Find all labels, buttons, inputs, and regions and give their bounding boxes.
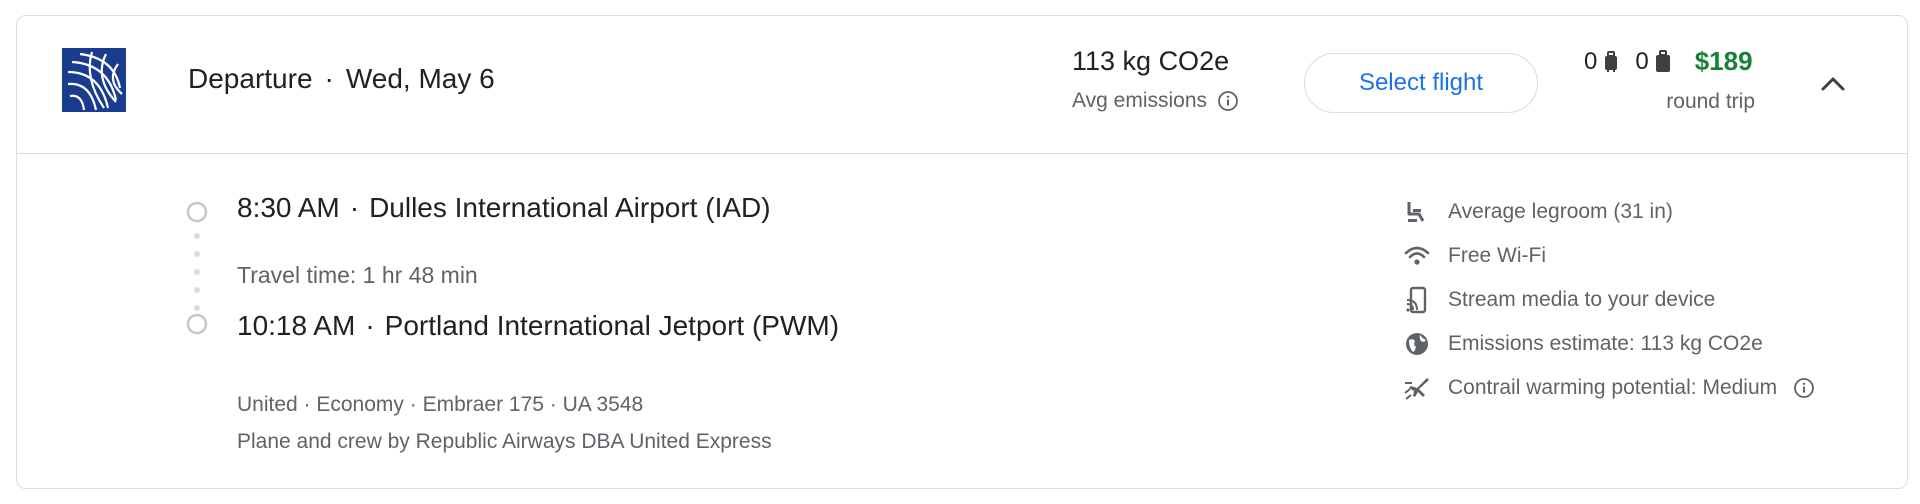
select-flight-button[interactable]: Select flight	[1304, 53, 1538, 113]
title-separator: ·	[324, 63, 334, 94]
collapse-chevron-up-icon[interactable]	[1818, 68, 1848, 98]
arrival-time: 10:18 AM	[237, 310, 356, 341]
amenity-label: Stream media to your device	[1448, 288, 1716, 311]
amenity-wifi: Free Wi-Fi	[1402, 234, 1882, 278]
operator-note: Plane and crew by Republic Airways DBA U…	[237, 430, 772, 453]
emissions-label: Avg emissions	[1072, 89, 1208, 112]
seat-legroom-icon	[1402, 197, 1432, 227]
flight-title: Departure · Wed, May 6	[188, 63, 495, 95]
arrival-airport: Portland International Jetport (PWM)	[384, 310, 840, 341]
departure-date: Wed, May 6	[345, 63, 495, 94]
contrail-plane-icon	[1402, 373, 1432, 403]
itinerary-timeline	[184, 199, 210, 349]
checked-bag-count: 0	[1635, 47, 1649, 75]
departure-time: 8:30 AM	[237, 192, 340, 223]
direction-label: Departure	[188, 63, 313, 94]
amenity-stream-media: Stream media to your device	[1402, 278, 1882, 322]
amenity-label: Free Wi-Fi	[1448, 244, 1546, 267]
arrival-row: 10:18 AM · Portland International Jetport …	[237, 310, 839, 342]
flight-summary-header[interactable]: Departure · Wed, May 6 113 kg CO2e Avg emi…	[17, 16, 1907, 154]
price: $189	[1694, 46, 1753, 76]
amenity-emissions: Emissions estimate: 113 kg CO2e	[1402, 322, 1882, 366]
amenity-label: Contrail warming potential: Medium	[1448, 376, 1778, 399]
amenities-list: Average legroom (31 in) Free Wi-Fi Strea…	[1402, 190, 1882, 410]
stream-media-icon	[1402, 285, 1432, 315]
emissions-label-row: Avg emissions	[1072, 89, 1239, 113]
emissions-value: 113 kg CO2e	[1072, 46, 1230, 76]
carry-on-count: 0	[1584, 47, 1598, 75]
departure-row: 8:30 AM · Dulles International Airport (IA…	[237, 192, 771, 224]
carry-on-bag-icon	[1601, 50, 1621, 74]
globe-emissions-icon	[1402, 329, 1432, 359]
info-icon[interactable]	[1217, 90, 1239, 112]
travel-time: Travel time: 1 hr 48 min	[237, 262, 478, 288]
flight-details: United · Economy · Embraer 175 · UA 3548	[237, 393, 644, 416]
arrival-separator: ·	[365, 310, 375, 341]
amenity-label: Average legroom (31 in)	[1448, 200, 1673, 223]
wifi-icon	[1402, 241, 1432, 271]
contrail-info-icon[interactable]	[1793, 377, 1815, 399]
baggage-price-row: 0 0 $189	[1584, 46, 1753, 77]
amenity-label: Emissions estimate: 113 kg CO2e	[1448, 332, 1763, 355]
checked-bag-icon	[1653, 49, 1673, 74]
amenity-contrail: Contrail warming potential: Medium	[1402, 366, 1882, 410]
price-note: round trip	[1666, 90, 1755, 113]
amenity-legroom: Average legroom (31 in)	[1402, 190, 1882, 234]
departure-airport: Dulles International Airport (IAD)	[369, 192, 771, 223]
departure-separator: ·	[349, 192, 360, 223]
united-globe-logo-icon	[61, 47, 127, 113]
flight-card: Departure · Wed, May 6 113 kg CO2e Avg emi…	[16, 15, 1908, 489]
